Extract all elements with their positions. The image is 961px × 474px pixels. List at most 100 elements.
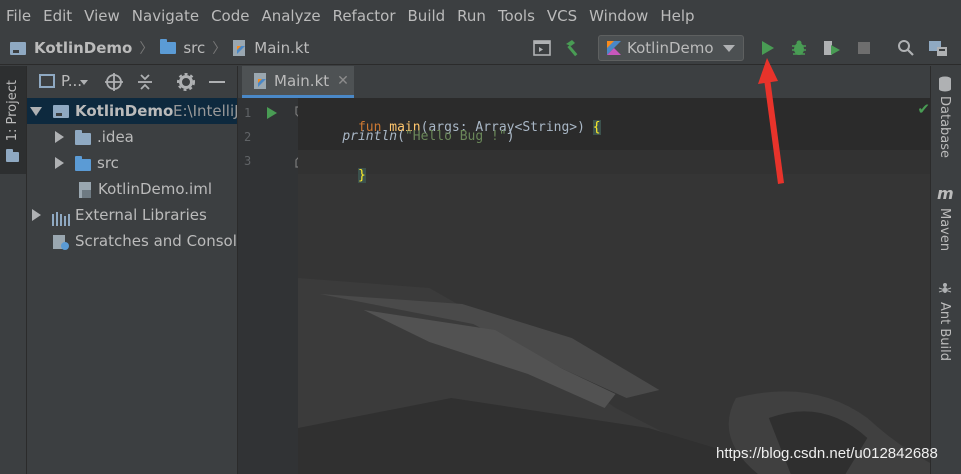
tree-item-label: External Libraries (75, 206, 207, 224)
project-structure-icon[interactable] (927, 37, 949, 59)
project-folder-icon (10, 41, 26, 55)
right-tool-strip: Database m Maven Ant Build (930, 66, 961, 474)
tree-item-scratches[interactable]: Scratches and Consoles (27, 228, 237, 254)
run-configuration-select[interactable]: KotlinDemo (598, 35, 744, 61)
tree-item-label: KotlinDemo.iml (98, 180, 213, 198)
tree-item-src[interactable]: src (27, 150, 237, 176)
open-brace: { (592, 120, 601, 135)
chevron-down-icon (723, 45, 735, 52)
tree-item-label: src (97, 154, 119, 172)
stop-icon[interactable] (853, 37, 875, 59)
inspection-ok-icon[interactable]: ✔ (917, 100, 930, 118)
menu-window[interactable]: Window (583, 0, 654, 32)
gear-icon[interactable] (177, 73, 195, 95)
breadcrumb-separator: 〉 (139, 41, 154, 57)
scratches-icon (53, 233, 71, 259)
source-folder-icon (75, 156, 91, 171)
locate-target-icon[interactable] (105, 73, 123, 95)
run-play-icon[interactable] (757, 37, 779, 59)
tree-item-label: Scratches and Consoles (75, 232, 237, 250)
menu-file[interactable]: File (0, 0, 37, 32)
tree-item-iml[interactable]: KotlinDemo.iml (27, 176, 237, 202)
ant-build-tool-tab[interactable]: Ant Build (937, 302, 952, 361)
project-tree: KotlinDemo E:\IntelliJ .idea src KotlinD… (27, 98, 237, 254)
run-with-coverage-icon[interactable] (821, 37, 843, 59)
menu-build[interactable]: Build (402, 0, 452, 32)
expand-arrow-icon[interactable] (55, 157, 64, 169)
collapse-all-icon[interactable] (137, 73, 153, 95)
project-tool-tab[interactable]: 1: Project (0, 66, 26, 174)
menu-code[interactable]: Code (205, 0, 255, 32)
navigation-bar: KotlinDemo 〉 src 〉 Main.kt KotlinDemo (0, 32, 961, 65)
code-editor[interactable]: fun main(args: Array<String>) { println(… (298, 98, 930, 474)
project-tool-tab-label: 1: Project (5, 80, 20, 142)
menu-edit[interactable]: Edit (37, 0, 78, 32)
tree-item-label: .idea (97, 128, 134, 146)
breadcrumb: KotlinDemo 〉 src 〉 Main.kt (10, 32, 309, 64)
menu-vcs[interactable]: VCS (541, 0, 583, 32)
project-view-selector[interactable]: P... (61, 72, 82, 90)
code-text: ) (506, 129, 515, 144)
project-panel-header: P... (27, 66, 237, 98)
project-folder-icon (6, 149, 19, 162)
string-literal: "Hello Bug !" (404, 129, 507, 144)
menu-navigate[interactable]: Navigate (126, 0, 205, 32)
watermark-text: https://blog.csdn.net/u012842688 (716, 445, 938, 462)
function-call: println (342, 129, 398, 144)
project-panel: P... KotlinDemo E:\IntelliJ .idea src Ko… (27, 66, 237, 474)
close-brace: } (357, 168, 366, 183)
breadcrumb-project[interactable]: KotlinDemo (34, 39, 132, 57)
expand-arrow-icon[interactable] (55, 131, 64, 143)
left-tool-strip: 1: Project (0, 66, 27, 474)
tree-item-external-libraries[interactable]: External Libraries (27, 202, 237, 228)
tab-main-kt[interactable]: Main.kt ✕ (242, 66, 354, 98)
chevron-down-icon[interactable] (80, 80, 88, 85)
editor-gutter: 1 2 3 (238, 98, 307, 474)
menu-run[interactable]: Run (451, 0, 492, 32)
menu-refactor[interactable]: Refactor (327, 0, 402, 32)
code-text: ( (397, 129, 405, 144)
project-view-icon (39, 74, 55, 88)
breadcrumb-file[interactable]: Main.kt (254, 39, 309, 57)
kotlin-logo-icon (607, 41, 621, 55)
database-icon (938, 76, 952, 96)
tree-item-path: E:\IntelliJ (173, 102, 237, 120)
expand-arrow-icon[interactable] (32, 209, 41, 221)
code-line-2: println("Hello Bug !") (311, 129, 515, 144)
code-line-3: } (311, 153, 366, 198)
menu-bar: File Edit View Navigate Code Analyze Ref… (0, 0, 961, 32)
database-tool-tab[interactable]: Database (937, 96, 952, 158)
editor-area: Main.kt ✕ 1 2 3 fun main(args: Array<Str… (238, 66, 930, 474)
run-config-label: KotlinDemo (627, 39, 714, 57)
line-number: 1 (244, 106, 252, 120)
minimize-icon[interactable] (209, 81, 225, 83)
folder-icon (75, 130, 91, 145)
breadcrumb-folder[interactable]: src (183, 39, 205, 57)
menu-analyze[interactable]: Analyze (255, 0, 326, 32)
run-console-icon[interactable] (531, 37, 553, 59)
kotlin-file-icon (233, 40, 247, 56)
expand-arrow-icon[interactable] (30, 107, 42, 116)
tree-item-kotlindemo[interactable]: KotlinDemo E:\IntelliJ (27, 98, 237, 124)
run-gutter-icon[interactable] (266, 106, 278, 124)
project-module-icon (53, 105, 69, 118)
editor-tabs-bar: Main.kt ✕ (238, 66, 930, 98)
ant-icon (938, 282, 952, 300)
kotlin-file-icon (254, 72, 268, 89)
current-line-highlight (298, 150, 930, 174)
menu-help[interactable]: Help (654, 0, 700, 32)
maven-tool-tab[interactable]: Maven (937, 208, 952, 251)
breadcrumb-separator: 〉 (212, 41, 227, 57)
menu-tools[interactable]: Tools (492, 0, 541, 32)
close-icon[interactable]: ✕ (337, 73, 349, 89)
line-number: 3 (244, 154, 252, 168)
maven-icon: m (937, 184, 954, 203)
tree-item-idea[interactable]: .idea (27, 124, 237, 150)
build-hammer-icon[interactable] (562, 37, 584, 59)
debug-bug-icon[interactable] (788, 37, 810, 59)
tree-item-label: KotlinDemo (75, 102, 174, 120)
tab-label: Main.kt (274, 71, 330, 90)
search-icon[interactable] (895, 37, 917, 59)
menu-view[interactable]: View (78, 0, 126, 32)
line-number: 2 (244, 130, 252, 144)
